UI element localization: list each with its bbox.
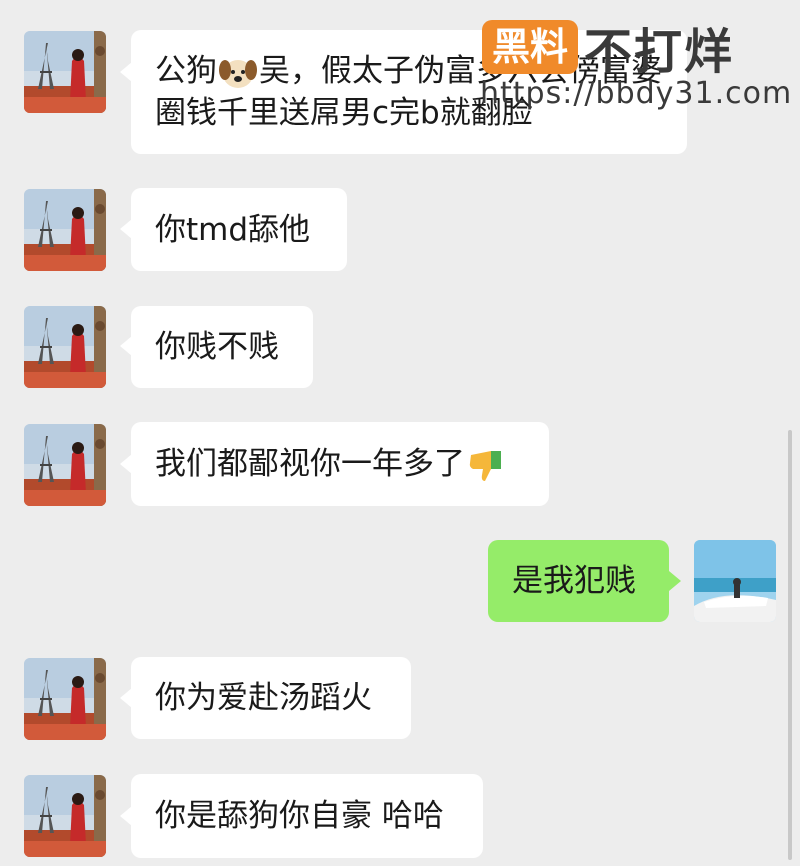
contact-avatar[interactable] xyxy=(24,775,106,857)
contact-avatar[interactable] xyxy=(24,31,106,113)
message-bubble[interactable]: 你是舔狗你自豪 哈哈 xyxy=(131,774,483,858)
watermark: 黑料 不打烊 xyxy=(482,18,734,80)
watermark-text: 不打烊 xyxy=(584,24,735,80)
message-text: 我们都鄙视你一年多了 xyxy=(155,443,507,485)
message-text: 你是舔狗你自豪 哈哈 xyxy=(155,798,444,834)
contact-avatar[interactable] xyxy=(24,658,106,740)
contact-avatar[interactable] xyxy=(24,424,106,506)
bubble-tail xyxy=(669,571,681,591)
thumbs-down-icon xyxy=(469,450,501,481)
contact-avatar[interactable] xyxy=(24,189,106,271)
message-bubble[interactable]: 你为爱赴汤蹈火 xyxy=(131,657,411,739)
contact-avatar[interactable] xyxy=(24,306,106,388)
my-avatar[interactable] xyxy=(694,540,776,622)
message-bubble[interactable]: 你tmd舔他 xyxy=(131,188,347,271)
message-text: 你为爱赴汤蹈火 xyxy=(155,680,372,716)
message-text: 你贱不贱 xyxy=(155,329,279,365)
message-text: 你tmd舔他 xyxy=(155,211,311,248)
watermark-url: https://bbdy31.com xyxy=(480,76,793,111)
message-bubble[interactable]: 你贱不贱 xyxy=(131,306,313,388)
message-bubble[interactable]: 是我犯贱 xyxy=(488,540,669,622)
message-bubble[interactable]: 我们都鄙视你一年多了 xyxy=(131,422,549,506)
scrollbar[interactable] xyxy=(788,430,792,860)
message-text: 是我犯贱 xyxy=(512,563,636,599)
watermark-badge: 黑料 xyxy=(482,20,579,74)
dog-face-icon xyxy=(219,59,257,88)
